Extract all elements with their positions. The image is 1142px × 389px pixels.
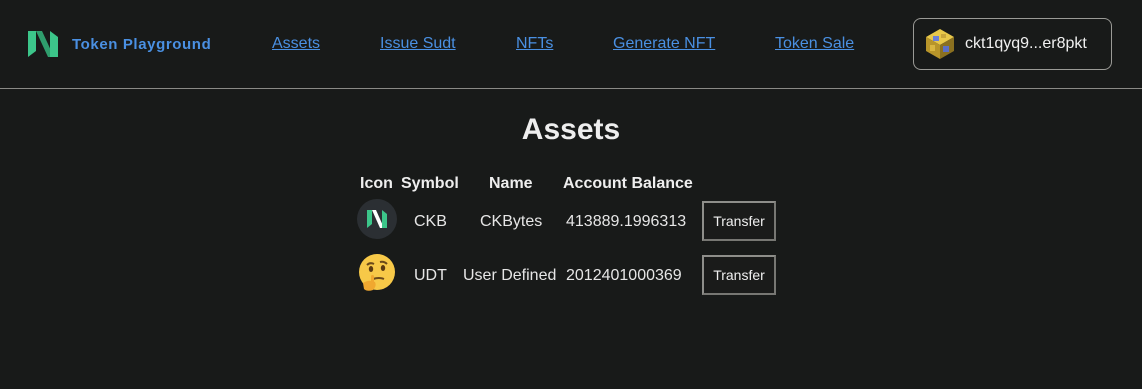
column-header-icon: Icon (360, 175, 393, 192)
nav-link-assets[interactable]: Assets (272, 35, 320, 53)
brand[interactable]: Token Playground (28, 31, 211, 57)
cell-name: CKBytes (480, 213, 543, 230)
thinking-face-icon (359, 254, 395, 291)
wallet-button[interactable]: ckt1qyq9...er8pkt (913, 18, 1112, 70)
column-header-name: Name (489, 175, 533, 192)
nav-link-issue-sudt[interactable]: Issue Sudt (380, 35, 456, 53)
wallet-address: ckt1qyq9...er8pkt (965, 35, 1087, 52)
transfer-button[interactable]: Transfer (702, 201, 776, 241)
cell-balance: 2012401000369 (566, 267, 682, 284)
ckb-logo-icon (357, 199, 397, 239)
nav-link-generate-nft[interactable]: Generate NFT (613, 35, 715, 53)
cell-symbol: UDT (414, 267, 447, 284)
identicon-avatar-icon (926, 29, 954, 59)
column-header-symbol: Symbol (401, 175, 459, 192)
page-title: Assets (521, 113, 621, 146)
brand-name: Token Playground (72, 35, 212, 53)
column-header-balance: Account Balance (563, 175, 693, 192)
nervos-logo-icon (28, 31, 58, 57)
cell-name: User Defined (463, 267, 557, 284)
nav-link-token-sale[interactable]: Token Sale (775, 35, 854, 53)
cell-symbol: CKB (414, 213, 447, 230)
transfer-button[interactable]: Transfer (702, 255, 776, 295)
app-header: Token Playground Assets Issue Sudt NFTs … (0, 0, 1142, 89)
nav-link-nfts[interactable]: NFTs (516, 35, 553, 53)
cell-balance: 413889.1996313 (566, 213, 687, 230)
